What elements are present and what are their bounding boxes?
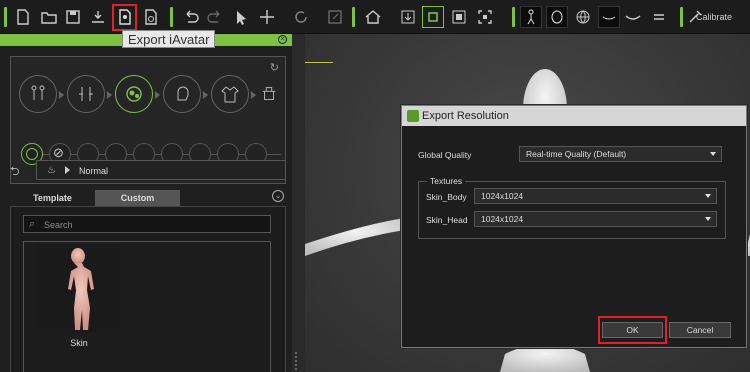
rotate-icon[interactable] <box>290 6 312 28</box>
global-quality-label: Global Quality <box>418 150 472 160</box>
undo-icon[interactable] <box>180 6 202 28</box>
new-file-icon[interactable] <box>12 6 34 28</box>
select-arrow-icon[interactable] <box>230 6 252 28</box>
move-icon[interactable] <box>256 6 278 28</box>
dialog-title: Export Resolution <box>422 110 509 122</box>
skin-body-value: 1024x1024 <box>481 191 524 201</box>
breadcrumb-row: ⮌ ♨ Normal <box>10 160 286 180</box>
panel-resize-grip[interactable] <box>294 350 298 372</box>
chevron-down-icon <box>710 152 716 156</box>
chevron-right-icon <box>65 166 70 174</box>
close-icon[interactable]: × <box>278 35 287 44</box>
export-icon[interactable] <box>87 6 109 28</box>
back-icon[interactable]: ⮌ <box>10 162 20 183</box>
skin-icon[interactable] <box>115 75 153 113</box>
search-input[interactable]: ⌕ Search <box>23 215 271 233</box>
scale-icon[interactable] <box>324 6 346 28</box>
export-settings-icon[interactable] <box>140 6 162 28</box>
global-quality-value: Real-time Quality (Default) <box>526 149 627 159</box>
cancel-button[interactable]: Cancel <box>669 322 731 338</box>
chevron-down-icon <box>705 217 711 221</box>
toolbar-separator <box>352 7 355 27</box>
category-arrow <box>107 91 112 99</box>
toolbar-separator <box>170 7 173 27</box>
mouth-icon[interactable] <box>648 6 670 28</box>
tab-custom[interactable]: Custom <box>95 190 180 206</box>
category-arrow <box>251 91 256 99</box>
accessory-icon[interactable] <box>259 75 279 113</box>
grid-icon[interactable] <box>422 6 444 28</box>
global-quality-select[interactable]: Real-time Quality (Default) <box>519 146 722 162</box>
calibrate-label[interactable]: Calibrate <box>696 12 732 22</box>
home-view-icon[interactable] <box>362 6 384 28</box>
ok-button-highlight <box>598 316 667 344</box>
skin-thumbnail[interactable] <box>38 244 120 332</box>
body-mode-icon[interactable] <box>520 6 542 28</box>
eye-icon[interactable] <box>622 6 644 28</box>
library-content: ⌕ Search Skin <box>10 206 286 372</box>
dialog-title-bar[interactable]: Export Resolution <box>402 106 746 126</box>
export-iavatar-highlight <box>112 4 137 31</box>
export-iavatar-tooltip: Export iAvatar <box>122 30 216 48</box>
skin-body-select[interactable]: 1024x1024 <box>474 188 717 204</box>
save-icon[interactable] <box>62 6 84 28</box>
tab-template[interactable]: Template <box>10 190 95 206</box>
refresh-icon[interactable]: ↻ <box>270 61 279 74</box>
fit-icon[interactable] <box>474 6 496 28</box>
breadcrumb[interactable]: ♨ Normal <box>36 160 286 180</box>
category-arrow <box>203 91 208 99</box>
export-resolution-dialog: Export Resolution Global Quality Real-ti… <box>401 105 747 348</box>
library-grid: Skin <box>23 241 271 372</box>
category-arrow <box>59 91 64 99</box>
library-tabs: Template Custom ⌄ <box>10 190 286 206</box>
toolbar-separator <box>512 7 515 27</box>
search-placeholder: Search <box>44 220 73 230</box>
head-icon[interactable] <box>163 75 201 113</box>
redo-icon[interactable] <box>204 6 226 28</box>
eyelash-icon[interactable] <box>598 6 620 28</box>
frame-icon[interactable] <box>448 6 470 28</box>
breadcrumb-current: Normal <box>79 166 109 176</box>
skin-item-label: Skin <box>70 338 88 348</box>
skin-head-select[interactable]: 1024x1024 <box>474 211 717 227</box>
textures-legend: Textures <box>427 176 466 186</box>
left-panel: × ↻ ⊘ ⮌ ♨ Normal Template Custom ⌄ ⌕ Sea… <box>0 34 297 372</box>
toolbar-separator <box>4 7 7 27</box>
search-icon: ⌕ <box>29 218 36 230</box>
app-icon <box>407 110 419 122</box>
head-mode-icon[interactable] <box>546 6 568 28</box>
body-morph-icon[interactable] <box>19 75 57 113</box>
clothing-icon[interactable] <box>211 75 249 113</box>
toolbar-separator <box>680 7 683 27</box>
category-row <box>19 75 279 115</box>
texture-label: Skin_Head <box>426 215 468 225</box>
textures-group: Textures Skin_Body 1024x1024 Skin_Head 1… <box>418 176 726 239</box>
skin-small-icon: ♨ <box>47 165 56 176</box>
chevron-down-icon[interactable]: ⌄ <box>272 190 284 202</box>
chevron-down-icon <box>705 194 711 198</box>
open-folder-icon[interactable] <box>38 6 60 28</box>
main-toolbar: Export iAvatar Calibrate <box>0 0 750 48</box>
limbs-icon[interactable] <box>67 75 105 113</box>
download-icon[interactable] <box>397 6 419 28</box>
skin-head-value: 1024x1024 <box>481 214 524 224</box>
texture-label: Skin_Body <box>426 192 467 202</box>
globe-icon[interactable] <box>572 6 594 28</box>
category-arrow <box>155 91 160 99</box>
